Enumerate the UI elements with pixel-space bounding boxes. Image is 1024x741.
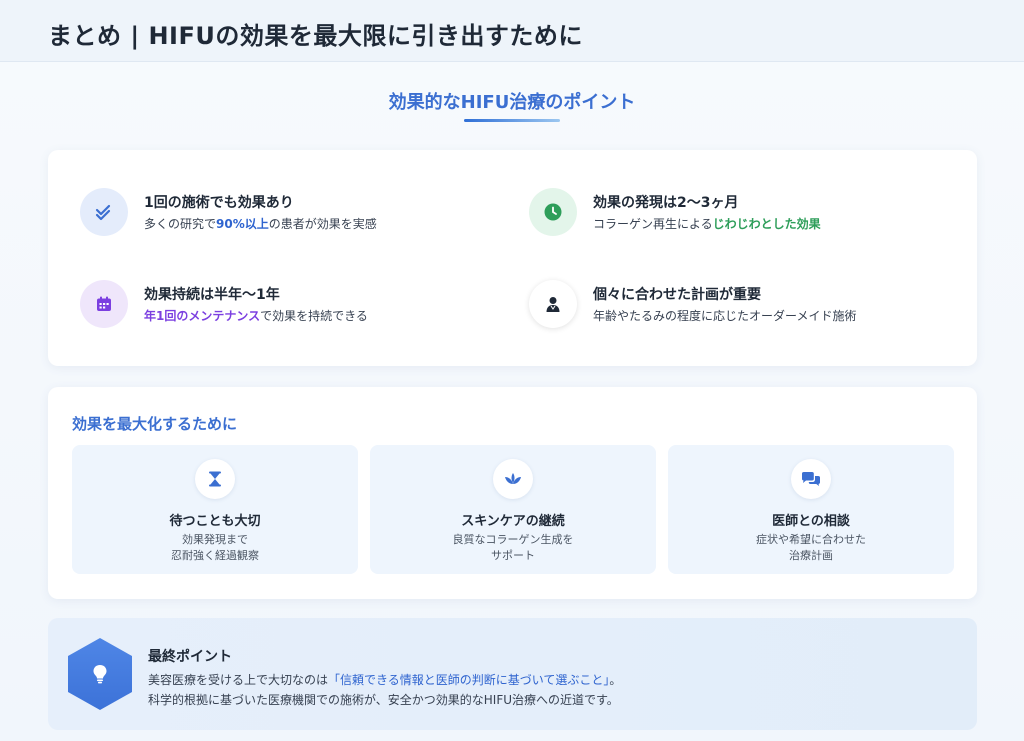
point-description: 年1回のメンテナンスで効果を持続できる xyxy=(144,309,368,323)
point-title: 効果持続は半年〜1年 xyxy=(144,287,280,303)
page-header: まとめ | HIFUの効果を最大限に引き出すために xyxy=(0,0,1024,62)
lightbulb-icon xyxy=(68,638,132,710)
clock-icon xyxy=(529,188,577,236)
tip-line: 治療計画 xyxy=(789,549,833,562)
point-description: 多くの研究で90%以上の患者が効果を実感 xyxy=(144,217,377,231)
point-item-single-session: 1回の施術でも効果あり 多くの研究で90%以上の患者が効果を実感 xyxy=(80,182,500,242)
tip-line: 症状や希望に合わせた xyxy=(756,533,866,546)
tip-title: 待つことも大切 xyxy=(169,514,261,529)
tip-title: 医師との相談 xyxy=(772,514,850,529)
tip-card-consult: 医師との相談 症状や希望に合わせた 治療計画 xyxy=(668,445,954,574)
maximize-title: 効果を最大化するために xyxy=(72,415,238,433)
page-title: まとめ | HIFUの効果を最大限に引き出すために xyxy=(48,22,583,50)
doctor-icon xyxy=(529,280,577,328)
point-description: コラーゲン再生によるじわじわとした効果 xyxy=(593,217,821,231)
point-title: 個々に合わせた計画が重要 xyxy=(593,287,761,303)
final-title: 最終ポイント xyxy=(148,649,232,665)
point-title: 1回の施術でも効果あり xyxy=(144,195,294,211)
point-item-onset: 効果の発現は2〜3ヶ月 コラーゲン再生によるじわじわとした効果 xyxy=(529,182,949,242)
section-title: 効果的なHIFU治療のポイント xyxy=(388,92,636,113)
tip-line: 良質なコラーゲン生成を xyxy=(452,533,574,546)
tip-line: 効果発現まで xyxy=(182,533,248,546)
point-item-custom-plan: 個々に合わせた計画が重要 年齢やたるみの程度に応じたオーダーメイド施術 xyxy=(529,274,949,334)
final-point-card: 最終ポイント 美容医療を受ける上で大切なのは「信頼できる情報と医師の判断に基づい… xyxy=(48,618,977,730)
tip-card-patience: 待つことも大切 効果発現まで 忍耐強く経過観察 xyxy=(72,445,358,574)
tip-line: 忍耐強く経過観察 xyxy=(171,549,259,562)
double-check-icon xyxy=(80,188,128,236)
point-item-duration: 効果持続は半年〜1年 年1回のメンテナンスで効果を持続できる xyxy=(80,274,500,334)
hourglass-icon xyxy=(195,459,235,499)
final-line-2: 科学的根拠に基づいた医療機関での施術が、安全かつ効果的なHIFU治療への近道です… xyxy=(148,693,619,707)
lotus-icon xyxy=(493,459,533,499)
tip-card-skincare: スキンケアの継続 良質なコラーゲン生成を サポート xyxy=(370,445,656,574)
point-description: 年齢やたるみの程度に応じたオーダーメイド施術 xyxy=(593,309,857,323)
section-title-underline xyxy=(464,119,560,122)
maximize-effect-card: 効果を最大化するために 待つことも大切 効果発現まで 忍耐強く経過観察 スキンケ… xyxy=(48,387,977,599)
tip-title: スキンケアの継続 xyxy=(461,514,565,529)
chat-icon xyxy=(791,459,831,499)
point-title: 効果の発現は2〜3ヶ月 xyxy=(593,195,739,211)
final-line-1: 美容医療を受ける上で大切なのは「信頼できる情報と医師の判断に基づいて選ぶこと」。 xyxy=(148,673,622,687)
key-points-card: 1回の施術でも効果あり 多くの研究で90%以上の患者が効果を実感 効果の発現は2… xyxy=(48,150,977,366)
tip-line: サポート xyxy=(491,549,535,562)
calendar-icon xyxy=(80,280,128,328)
